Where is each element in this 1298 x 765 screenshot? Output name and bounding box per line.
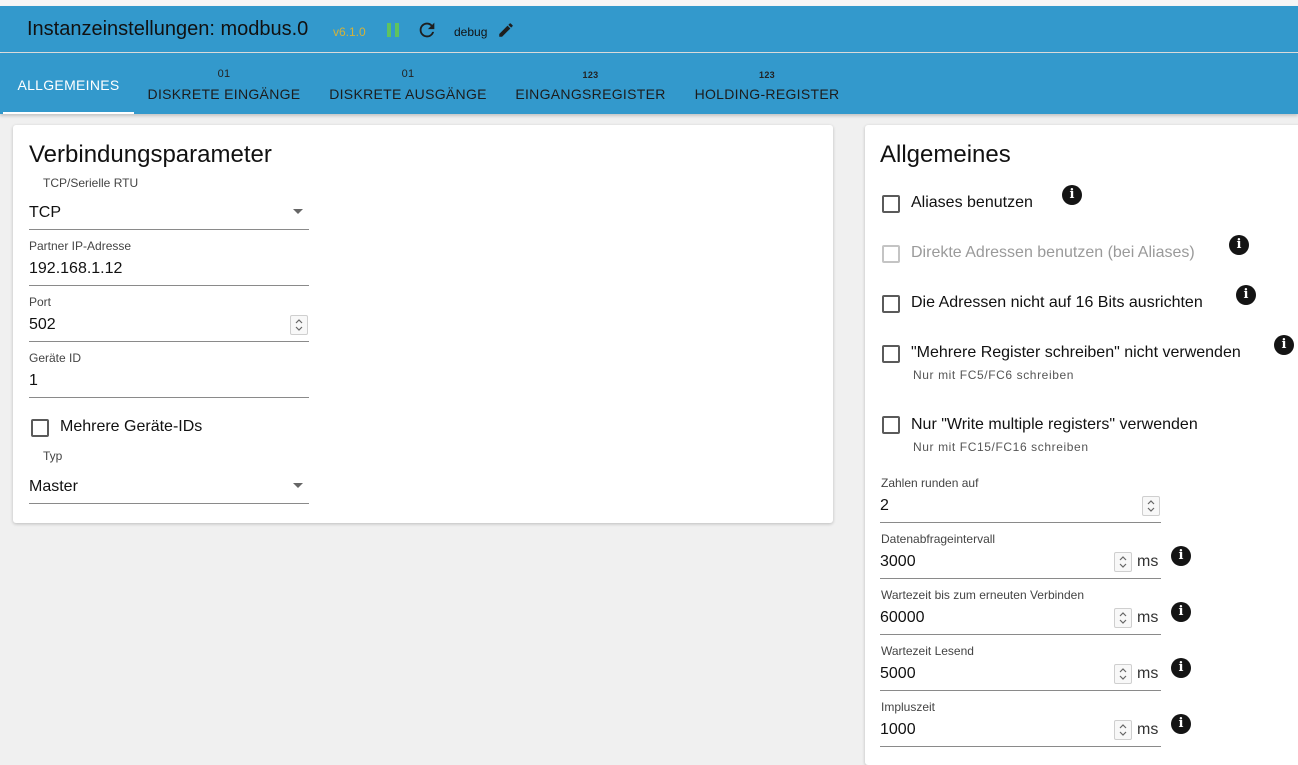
general-card: Allgemeines Aliases benutzen i Direkte A… bbox=[865, 125, 1298, 765]
multi-device-ids-label: Mehrere Geräte-IDs bbox=[60, 418, 203, 435]
round-value: 2 bbox=[880, 497, 889, 514]
poll-interval-spinner[interactable] bbox=[1114, 552, 1132, 572]
round-input[interactable]: 2 bbox=[880, 490, 1161, 523]
no-multiple-write-helper: Nur mit FC5/FC6 schreiben bbox=[913, 368, 1075, 382]
pause-icon[interactable] bbox=[387, 23, 399, 37]
multi-device-ids-checkbox[interactable] bbox=[31, 419, 49, 437]
reconnect-unit: ms bbox=[1137, 609, 1159, 626]
ip-value: 192.168.1.12 bbox=[29, 260, 123, 277]
numeric-icon: 123 bbox=[759, 70, 775, 80]
type-value: Master bbox=[29, 478, 78, 495]
reconnect-value: 60000 bbox=[880, 609, 925, 626]
no-multiple-write-label: "Mehrere Register schreiben" nicht verwe… bbox=[911, 344, 1241, 361]
read-timeout-label: Wartezeit Lesend bbox=[881, 644, 974, 658]
dropdown-arrow-icon bbox=[293, 209, 303, 214]
no-16bit-align-checkbox[interactable] bbox=[882, 295, 900, 313]
port-spinner[interactable] bbox=[290, 315, 308, 335]
ip-label: Partner IP-Adresse bbox=[29, 239, 132, 253]
info-icon[interactable]: i bbox=[1062, 185, 1082, 205]
pulse-time-spinner[interactable] bbox=[1114, 720, 1132, 740]
pulse-time-label: Impluszeit bbox=[881, 700, 936, 714]
title-bar: Instanzeinstellungen: modbus.0 v6.1.0 de… bbox=[0, 6, 1298, 52]
reconnect-spinner[interactable] bbox=[1114, 608, 1132, 628]
direct-addresses-checkbox[interactable] bbox=[882, 245, 900, 263]
info-icon[interactable]: i bbox=[1236, 285, 1256, 305]
aliases-checkbox[interactable] bbox=[882, 195, 900, 213]
info-icon[interactable]: i bbox=[1171, 658, 1191, 678]
pulse-time-value: 1000 bbox=[880, 721, 916, 738]
device-id-input[interactable]: 1 bbox=[29, 365, 309, 398]
pulse-time-input[interactable]: 1000 ms bbox=[880, 714, 1161, 747]
read-timeout-value: 5000 bbox=[880, 665, 916, 682]
only-multiple-write-helper: Nur mit FC15/FC16 schreiben bbox=[913, 440, 1089, 454]
device-id-value: 1 bbox=[29, 372, 38, 389]
poll-interval-input[interactable]: 3000 ms bbox=[880, 546, 1161, 579]
tab-diskrete-ausgaenge[interactable]: 01 DISKRETE AUSGÄNGE bbox=[328, 53, 488, 114]
ip-address-input[interactable]: 192.168.1.12 bbox=[29, 253, 309, 286]
type-label: Typ bbox=[43, 449, 63, 463]
binary-icon: 01 bbox=[217, 68, 231, 80]
tab-holding-register[interactable]: 123 HOLDING-REGISTER bbox=[692, 53, 842, 114]
only-multiple-write-checkbox[interactable] bbox=[882, 416, 900, 434]
protocol-value: TCP bbox=[29, 204, 61, 221]
port-label: Port bbox=[29, 295, 52, 309]
active-tab-indicator bbox=[3, 112, 134, 114]
port-value: 502 bbox=[29, 316, 56, 333]
general-title: Allgemeines bbox=[880, 141, 1011, 168]
direct-addresses-label: Direkte Adressen benutzen (bei Aliases) bbox=[911, 244, 1195, 261]
tab-label: ALLGEMEINES bbox=[17, 77, 120, 93]
info-icon[interactable]: i bbox=[1171, 714, 1191, 734]
tab-bar: ALLGEMEINES 01 DISKRETE EINGÄNGE 01 DISK… bbox=[0, 53, 1298, 114]
device-id-label: Geräte ID bbox=[29, 351, 82, 365]
connection-card: Verbindungsparameter TCP/Serielle RTU TC… bbox=[13, 125, 833, 523]
read-timeout-input[interactable]: 5000 ms bbox=[880, 658, 1161, 691]
protocol-select[interactable]: TCP bbox=[29, 197, 309, 230]
round-spinner[interactable] bbox=[1142, 496, 1160, 516]
tab-allgemeines[interactable]: ALLGEMEINES bbox=[3, 53, 134, 114]
tab-label: DISKRETE AUSGÄNGE bbox=[329, 86, 487, 102]
tab-label: EINGANGSREGISTER bbox=[515, 86, 666, 102]
info-icon[interactable]: i bbox=[1171, 546, 1191, 566]
only-multiple-write-label: Nur "Write multiple registers" verwenden bbox=[911, 416, 1198, 433]
type-select[interactable]: Master bbox=[29, 471, 309, 504]
refresh-icon[interactable] bbox=[416, 19, 438, 41]
read-timeout-spinner[interactable] bbox=[1114, 664, 1132, 684]
tab-diskrete-eingaenge[interactable]: 01 DISKRETE EINGÄNGE bbox=[146, 53, 302, 114]
reconnect-label: Wartezeit bis zum erneuten Verbinden bbox=[881, 588, 1084, 602]
edit-pencil-icon[interactable] bbox=[497, 21, 515, 39]
no-16bit-align-label: Die Adressen nicht auf 16 Bits ausrichte… bbox=[911, 294, 1203, 311]
info-icon[interactable]: i bbox=[1274, 335, 1294, 355]
aliases-label: Aliases benutzen bbox=[911, 194, 1033, 211]
connection-title: Verbindungsparameter bbox=[29, 141, 272, 168]
tab-label: HOLDING-REGISTER bbox=[694, 86, 840, 102]
pulse-time-unit: ms bbox=[1137, 721, 1159, 738]
port-input[interactable]: 502 bbox=[29, 309, 309, 342]
no-multiple-write-checkbox[interactable] bbox=[882, 345, 900, 363]
tab-eingangsregister[interactable]: 123 EINGANGSREGISTER bbox=[514, 53, 667, 114]
info-icon[interactable]: i bbox=[1171, 602, 1191, 622]
poll-interval-value: 3000 bbox=[880, 553, 916, 570]
read-timeout-unit: ms bbox=[1137, 665, 1159, 682]
protocol-label: TCP/Serielle RTU bbox=[43, 176, 139, 190]
info-icon[interactable]: i bbox=[1229, 235, 1249, 255]
poll-interval-label: Datenabfrageintervall bbox=[881, 532, 996, 546]
version-label: v6.1.0 bbox=[333, 25, 366, 39]
binary-icon: 01 bbox=[401, 68, 415, 80]
log-level-label: debug bbox=[454, 25, 488, 39]
page-title: Instanzeinstellungen: modbus.0 bbox=[27, 18, 309, 40]
numeric-icon: 123 bbox=[582, 70, 599, 80]
dropdown-arrow-icon bbox=[293, 483, 303, 488]
reconnect-input[interactable]: 60000 ms bbox=[880, 602, 1161, 635]
poll-interval-unit: ms bbox=[1137, 553, 1159, 570]
round-label: Zahlen runden auf bbox=[881, 476, 979, 490]
tab-label: DISKRETE EINGÄNGE bbox=[147, 86, 301, 102]
